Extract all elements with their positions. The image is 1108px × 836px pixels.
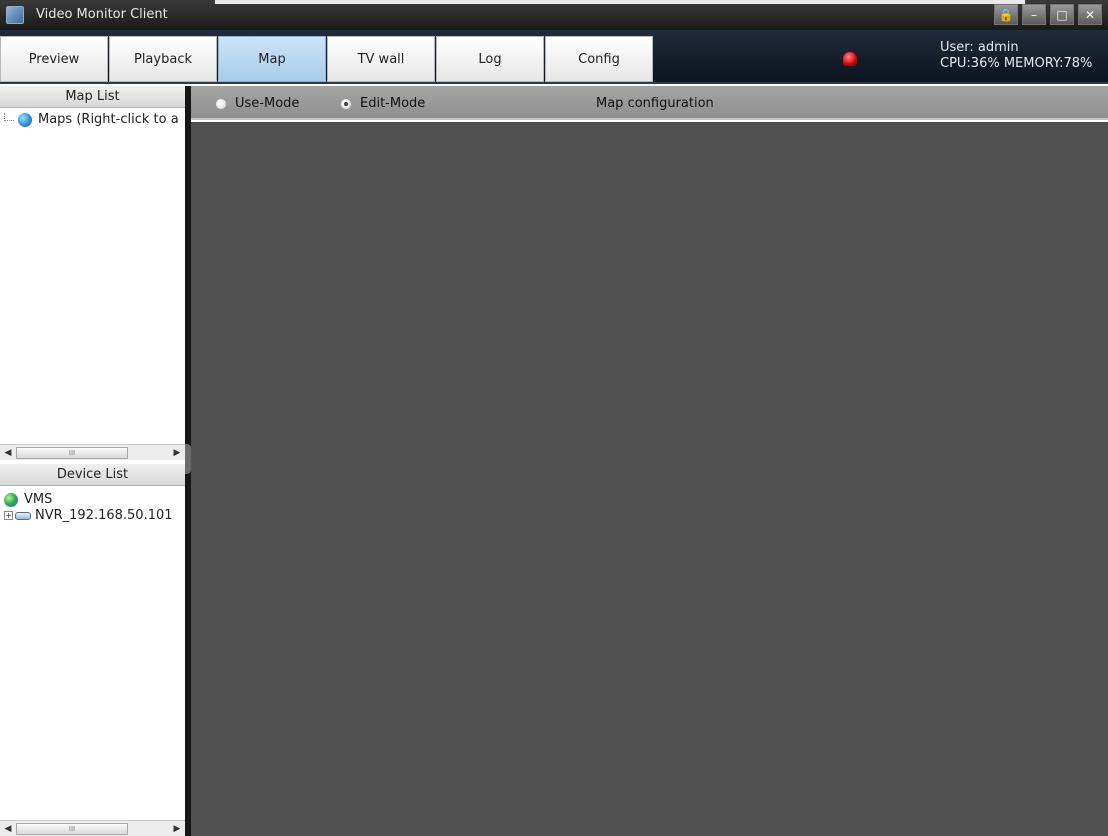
close-icon[interactable]: ✕	[1078, 4, 1102, 25]
scroll-right-icon[interactable]: ▶	[170, 446, 184, 460]
use-mode-radio[interactable]: Use-Mode	[215, 96, 299, 111]
scroll-left-icon[interactable]: ◀	[1, 446, 15, 460]
nvr-label: NVR_192.168.50.101	[35, 508, 173, 523]
nvr-device-icon	[15, 511, 31, 520]
minimize-icon[interactable]: –	[1022, 4, 1046, 25]
map-list-scrollbar[interactable]: ◀ III ▶	[0, 444, 185, 460]
maximize-icon[interactable]: □	[1050, 4, 1074, 25]
use-mode-label: Use-Mode	[235, 96, 300, 111]
expand-icon[interactable]: +	[4, 511, 13, 520]
page-title: Map configuration	[596, 96, 714, 111]
network-globe-icon	[4, 492, 18, 507]
map-list-tree: Maps (Right-click to a	[0, 108, 185, 448]
window-controls: 🔒 – □ ✕	[994, 4, 1102, 25]
user-label: User: admin	[940, 40, 1019, 55]
resource-usage: CPU:36% MEMORY:78%	[940, 56, 1093, 71]
tab-log[interactable]: Log	[436, 36, 544, 82]
tree-item-nvr[interactable]: + NVR_192.168.50.101	[4, 508, 173, 523]
tree-item-vms[interactable]: VMS	[4, 492, 52, 507]
radio-checked-icon	[340, 97, 352, 110]
maps-root-label: Maps (Right-click to a	[38, 112, 179, 127]
scroll-left-icon[interactable]: ◀	[1, 822, 15, 836]
window-title: Video Monitor Client	[36, 7, 168, 22]
tree-item-maps[interactable]: Maps (Right-click to a	[4, 112, 179, 127]
scroll-thumb[interactable]: III	[16, 823, 128, 835]
vms-label: VMS	[24, 492, 53, 507]
title-bar: Video Monitor Client 🔒 – □ ✕	[0, 0, 1108, 30]
app-icon	[6, 6, 24, 24]
radio-unchecked-icon	[215, 97, 227, 110]
globe-icon	[18, 112, 32, 127]
edit-mode-label: Edit-Mode	[360, 96, 426, 111]
scroll-right-icon[interactable]: ▶	[170, 822, 184, 836]
tab-tv-wall[interactable]: TV wall	[327, 36, 435, 82]
title-bar-strip	[215, 0, 1025, 4]
alarm-icon[interactable]	[843, 52, 857, 66]
map-list-header: Map List	[0, 86, 185, 108]
left-panel: Map List Maps (Right-click to a ◀ III ▶ …	[0, 86, 185, 836]
user-status: User: admin CPU:36% MEMORY:78%	[940, 40, 1092, 72]
tab-preview[interactable]: Preview	[0, 36, 108, 82]
tab-map[interactable]: Map	[218, 36, 326, 82]
map-toolbar: Use-Mode Edit-Mode Map configuration	[191, 86, 1108, 120]
edit-mode-radio[interactable]: Edit-Mode	[340, 96, 425, 111]
lock-icon[interactable]: 🔒	[994, 4, 1018, 25]
device-list-header: Device List	[0, 464, 185, 486]
tab-config[interactable]: Config	[545, 36, 653, 82]
tab-playback[interactable]: Playback	[109, 36, 217, 82]
map-canvas[interactable]	[191, 122, 1108, 836]
device-list-scrollbar[interactable]: ◀ III ▶	[0, 820, 185, 836]
tree-connector	[4, 112, 14, 121]
scroll-thumb[interactable]: III	[16, 447, 128, 459]
